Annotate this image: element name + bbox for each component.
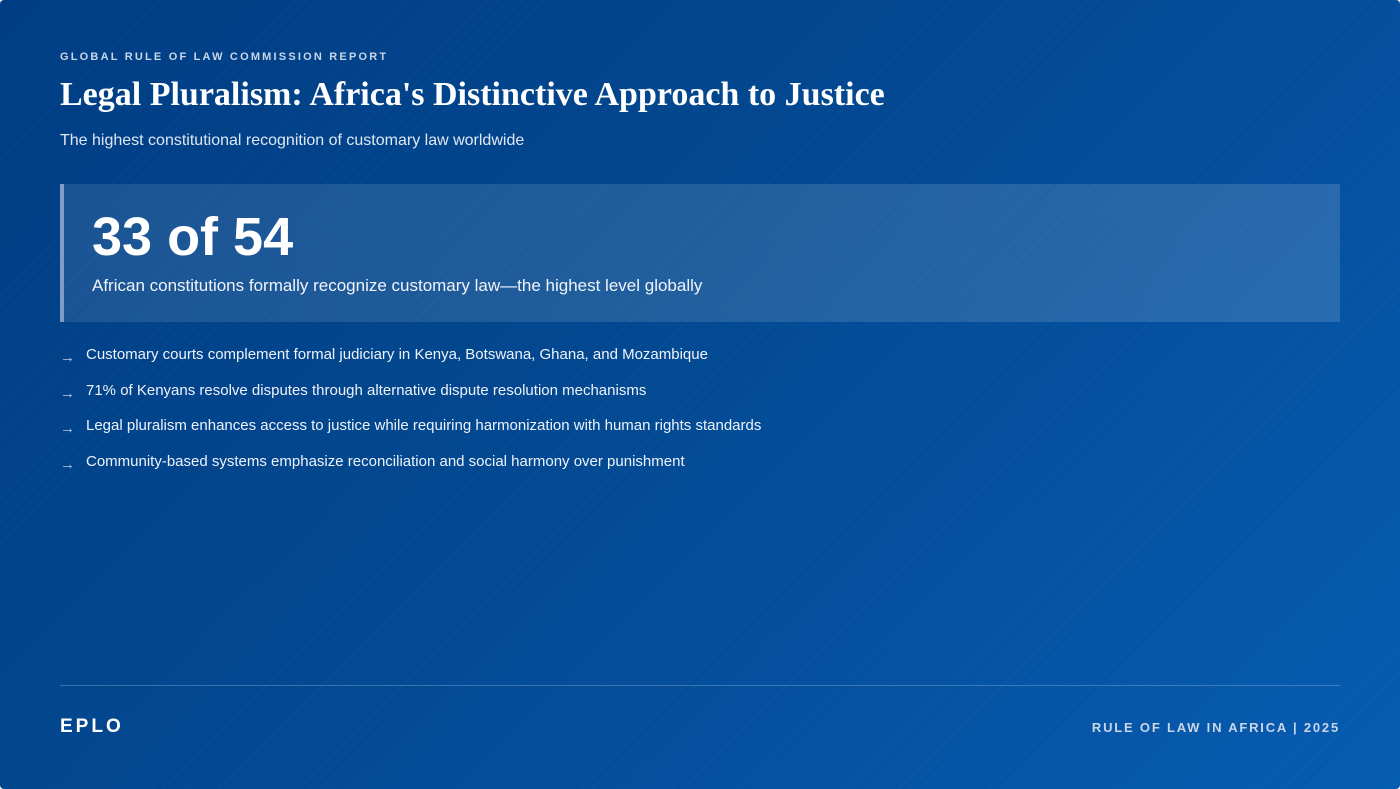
key-points-list: → Customary courts complement formal jud…: [60, 343, 761, 485]
footer-divider: [60, 685, 1340, 686]
report-eyebrow: GLOBAL RULE OF LAW COMMISSION REPORT: [60, 51, 389, 63]
key-stat-value: 33 of 54: [92, 207, 294, 267]
key-stat-caption: African constitutions formally recognize…: [92, 276, 703, 295]
arrow-right-icon: →: [60, 349, 75, 366]
list-item-text: 71% of Kenyans resolve disputes through …: [86, 381, 647, 399]
list-item: → Community-based systems emphasize reco…: [60, 450, 761, 486]
slide: GLOBAL RULE OF LAW COMMISSION REPORT Leg…: [0, 0, 1400, 789]
page-title: Legal Pluralism: Africa's Distinctive Ap…: [60, 76, 885, 113]
list-item-text: Customary courts complement formal judic…: [86, 346, 708, 363]
list-item: → 71% of Kenyans resolve disputes throug…: [60, 379, 761, 415]
arrow-right-icon: →: [60, 420, 75, 437]
list-item: → Legal pluralism enhances access to jus…: [60, 414, 761, 450]
footer-caption: RULE OF LAW IN AFRICA | 2025: [1091, 720, 1340, 735]
page-subtitle: The highest constitutional recognition o…: [60, 132, 525, 149]
arrow-right-icon: →: [60, 455, 75, 473]
list-item-text: Community-based systems emphasize reconc…: [86, 452, 685, 470]
list-item-text: Legal pluralism enhances access to justi…: [86, 417, 762, 434]
list-item: → Customary courts complement formal jud…: [60, 343, 761, 379]
brand-logo: EPLO: [60, 716, 124, 737]
arrow-right-icon: →: [60, 384, 75, 402]
key-stat-callout: 33 of 54 African constitutions formally …: [60, 184, 1340, 322]
